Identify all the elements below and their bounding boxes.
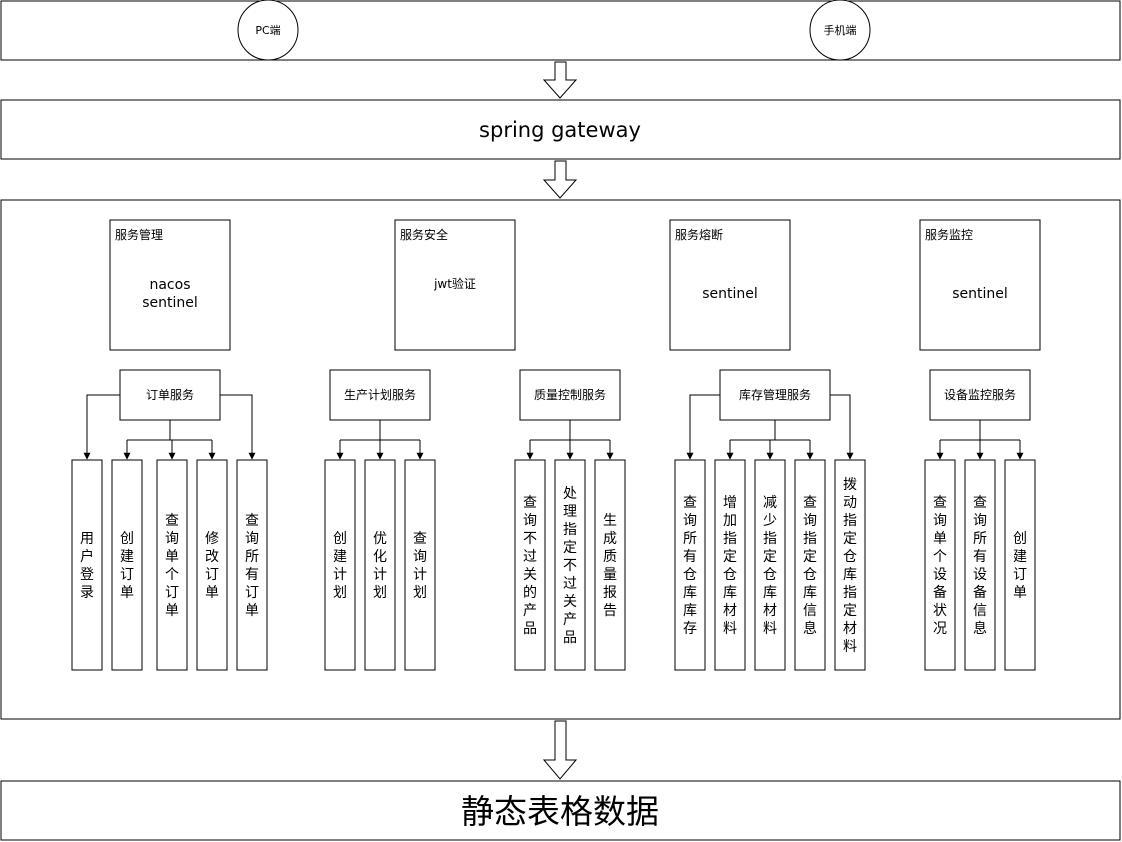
operation-item: 查询单个订单 <box>156 459 188 671</box>
infra-box-line: sentinel <box>142 295 198 311</box>
service-label: 库存管理服务 <box>739 387 811 402</box>
service-cluster: 服务管理nacossentinel服务安全jwt验证服务熔断sentinel服务… <box>0 199 1121 720</box>
operation-item: 查询不过关的产品 <box>514 459 546 671</box>
infra-box-title: 服务管理 <box>115 227 163 242</box>
operation-item: 减少指定仓库材料 <box>754 459 786 671</box>
operation-item: 增加指定仓库材料 <box>714 459 746 671</box>
data-layer: 静态表格数据 <box>0 780 1121 841</box>
operation-item: 修改订单 <box>196 459 228 671</box>
operation-item: 查询所有订单 <box>236 459 268 671</box>
client-layer-box <box>0 0 1121 61</box>
operation-item: 用户登录 <box>71 459 103 671</box>
infra-box-line: sentinel <box>952 286 1008 302</box>
arrow-services-to-data <box>542 720 578 780</box>
service-group-5: 设备监控服务查询单个设备状况查询所有设备信息创建订单 <box>924 369 1036 671</box>
operation-item: 查询指定仓库信息 <box>794 459 826 671</box>
infra-box-4: 服务监控 sentinel <box>919 219 1041 351</box>
architecture-diagram: PC端 手机端 spring gateway 服务管理 nacos sentinel… <box>0 0 1121 841</box>
service-group-3: 质量控制服务查询不过关的产品 处理指定不过关产品 生成质量报告 <box>514 369 626 671</box>
operation-item: 创建计划 <box>324 459 356 671</box>
operation-item: 处理指定不过关产品 <box>554 459 586 671</box>
operation-item: 生成质量报告 <box>594 459 626 671</box>
infra-box-2: 服务安全 jwt验证 <box>394 219 516 351</box>
infra-box-line: nacos <box>149 277 190 293</box>
infra-box-line: sentinel <box>702 286 758 302</box>
operation-item: 查询所有设备信息 <box>964 459 996 671</box>
arrow-gateway-to-services <box>542 160 578 199</box>
operation-label: 处理指定不过关产品 <box>563 486 577 646</box>
pc-client-label: PC端 <box>255 24 280 37</box>
datastore-label: 静态表格数据 <box>461 792 659 831</box>
infra-box-title: 服务熔断 <box>675 227 723 242</box>
arrow-client-to-gateway <box>542 61 578 99</box>
operation-item: 查询单个设备状况 <box>924 459 956 671</box>
infra-box-3: 服务熔断 sentinel <box>669 219 791 351</box>
operation-item: 拨动指定仓库指定材料 <box>834 459 866 671</box>
operation-item: 查询计划 <box>404 459 436 671</box>
operation-item: 创建订单 <box>1004 459 1036 671</box>
gateway-layer: spring gateway <box>0 99 1121 160</box>
operation-item: 优化计划 <box>364 459 396 671</box>
infra-box-title: 服务监控 <box>925 227 973 242</box>
gateway-label: spring gateway <box>479 118 641 142</box>
service-label: 质量控制服务 <box>534 387 606 402</box>
infra-box-line: jwt验证 <box>433 276 476 291</box>
operation-item: 创建订单 <box>111 459 143 671</box>
infra-box-1: 服务管理 nacos sentinel <box>109 219 231 351</box>
service-group-2: 生产计划服务创建计划优化计划查询计划 <box>324 369 436 671</box>
service-label: 设备监控服务 <box>944 387 1016 402</box>
mobile-client-label: 手机端 <box>824 23 857 37</box>
service-label: 生产计划服务 <box>344 387 416 402</box>
infra-box-title: 服务安全 <box>400 227 448 242</box>
service-label: 订单服务 <box>146 387 194 402</box>
client-layer: PC端 手机端 <box>0 0 1121 61</box>
operation-item: 查询所有仓库库存 <box>674 459 706 671</box>
